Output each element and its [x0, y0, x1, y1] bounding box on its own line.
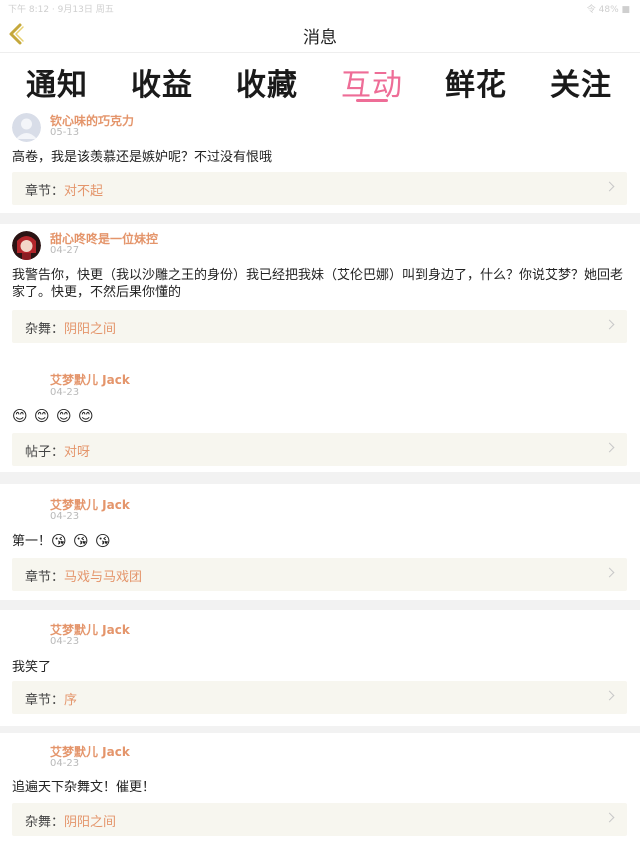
- reference-type: 章节：: [25, 570, 65, 585]
- timestamp: 04-23: [50, 758, 80, 769]
- kiss-emoji-icon: 😘: [73, 532, 89, 550]
- smile-emoji-icon: 😊: [78, 407, 94, 425]
- reference-title: 马戏与马戏团: [64, 570, 143, 585]
- tab-notifications[interactable]: 通知: [26, 60, 88, 104]
- reference-type: 杂舞：: [25, 815, 65, 830]
- smile-emoji-icon: 😊: [34, 407, 50, 425]
- tab-earnings[interactable]: 收益: [131, 60, 193, 104]
- reference-text: 章节：对不起: [25, 180, 103, 199]
- reference-type: 杂舞：: [25, 322, 65, 337]
- status-indicators: 令 48% ■: [586, 5, 630, 15]
- message-item: 艾梦默儿 Jack 04-23 追遍天下杂舞文！催更！ 杂舞：阴阳之间: [0, 733, 640, 853]
- message-item: 钦心味的巧克力 05-13 高卷，我是该羡慕还是嫉妒呢？不过没有恨哦 章节：对不…: [0, 106, 640, 213]
- tab-following[interactable]: 关注: [550, 60, 612, 104]
- reference-text: 章节：序: [25, 689, 77, 708]
- avatar[interactable]: [12, 113, 41, 142]
- chevron-right-icon: [604, 181, 615, 192]
- timestamp: 04-23: [50, 387, 80, 398]
- status-bar: 下午 8:12 · 9月13日 周五 令 48% ■: [0, 0, 640, 16]
- message-prefix: 第一！: [12, 534, 52, 549]
- reference-title: 序: [64, 693, 78, 708]
- reference-title: 对呀: [64, 445, 91, 460]
- message-text: 我笑了: [12, 660, 52, 675]
- reference-link[interactable]: 杂舞：阴阳之间: [12, 803, 627, 836]
- reference-link[interactable]: 章节：马戏与马戏团: [12, 558, 627, 591]
- chevron-right-icon: [604, 567, 615, 578]
- reference-link[interactable]: 杂舞：阴阳之间: [12, 310, 627, 343]
- default-avatar-icon: [12, 113, 41, 142]
- reference-type: 章节：: [25, 693, 65, 708]
- smile-emoji-icon: 😊: [56, 407, 72, 425]
- reference-text: 杂舞：阴阳之间: [25, 811, 116, 830]
- tab-interactions[interactable]: 互动: [341, 60, 403, 104]
- message-item: 艾梦默儿 Jack 04-23 😊 😊 😊 😊 帖子：对呀: [0, 356, 640, 472]
- username[interactable]: 艾梦默儿 Jack: [50, 371, 130, 388]
- chevron-right-icon: [604, 690, 615, 701]
- kiss-emoji-icon: 😘: [95, 532, 111, 550]
- reference-title: 对不起: [64, 184, 104, 199]
- reference-text: 帖子：对呀: [25, 441, 90, 460]
- reference-link[interactable]: 章节：序: [12, 681, 627, 714]
- chevron-right-icon: [604, 442, 615, 453]
- message-text: 高卷，我是该羡慕还是嫉妒呢？不过没有恨哦: [12, 150, 273, 165]
- status-time: 下午 8:12 · 9月13日 周五: [8, 5, 114, 15]
- navigation-bar: 消息: [0, 16, 640, 52]
- page-title: 消息: [303, 28, 337, 48]
- smile-emoji-icon: 😊: [12, 407, 28, 425]
- timestamp: 05-13: [50, 127, 80, 138]
- tab-bar: 通知 收益 收藏 互动 鲜花 关注: [0, 52, 640, 107]
- timestamp: 04-27: [50, 245, 80, 256]
- anime-avatar-icon: [12, 231, 41, 260]
- reference-link[interactable]: 章节：对不起: [12, 172, 627, 205]
- message-text: 我警告你，快更（我以沙雕之王的身份）我已经把我妹（艾伦巴娜）叫到身边了，什么？你…: [12, 268, 624, 300]
- timestamp: 04-23: [50, 511, 80, 522]
- reference-type: 帖子：: [25, 445, 65, 460]
- kiss-emoji-icon: 😘: [51, 532, 67, 550]
- message-item: 艾梦默儿 Jack 04-23 第一！😘 😘 😘 章节：马戏与马戏团: [0, 484, 640, 600]
- active-tab-indicator: [356, 99, 388, 102]
- timestamp: 04-23: [50, 636, 80, 647]
- chevron-right-icon: [604, 812, 615, 823]
- chevron-right-icon: [604, 319, 615, 330]
- tab-flowers[interactable]: 鲜花: [445, 60, 507, 104]
- avatar[interactable]: [12, 231, 41, 260]
- reference-text: 章节：马戏与马戏团: [25, 566, 142, 585]
- reference-text: 杂舞：阴阳之间: [25, 318, 116, 337]
- message-text: 😊 😊 😊 😊: [12, 408, 624, 425]
- tab-favorites[interactable]: 收藏: [236, 60, 298, 104]
- message-text: 追遍天下杂舞文！催更！: [12, 780, 156, 795]
- reference-title: 阴阳之间: [64, 815, 117, 830]
- reference-link[interactable]: 帖子：对呀: [12, 433, 627, 466]
- message-text: 第一！😘 😘 😘: [12, 533, 624, 550]
- reference-type: 章节：: [25, 184, 65, 199]
- reference-title: 阴阳之间: [64, 322, 117, 337]
- message-item: 艾梦默儿 Jack 04-23 我笑了 章节：序: [0, 610, 640, 726]
